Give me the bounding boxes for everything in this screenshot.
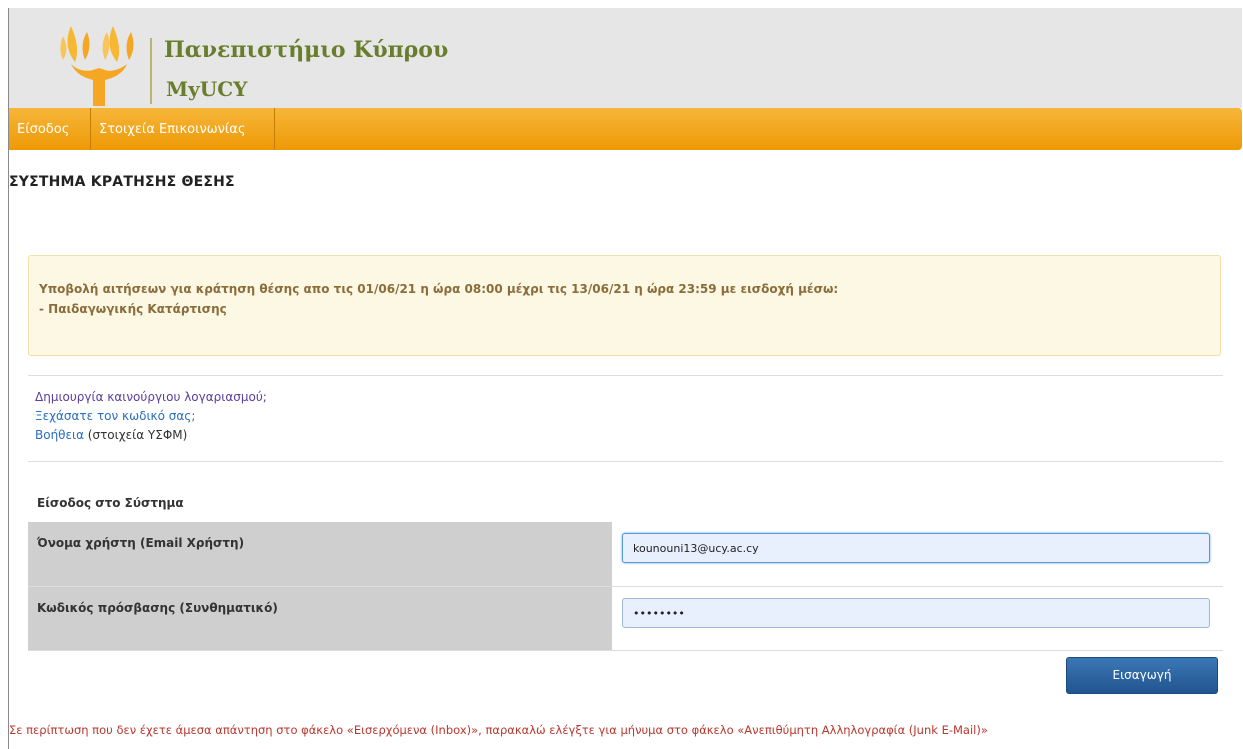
password-label-cell: Κωδικός πρόσβασης (Συνθηματικό) bbox=[28, 587, 612, 651]
username-input[interactable] bbox=[622, 533, 1210, 563]
account-links: Δημιουργία καινούργιου λογαριασμού; Ξεχά… bbox=[35, 388, 267, 445]
help-link[interactable]: Βοήθεια bbox=[35, 428, 84, 442]
login-heading: Είσοδος στο Σύστημα bbox=[37, 496, 184, 510]
site-header: Πανεπιστήμιο Κύπρου MyUCY bbox=[9, 8, 1242, 108]
nav-item-contact[interactable]: Στοιχεία Επικοινωνίας bbox=[91, 108, 254, 150]
password-input[interactable] bbox=[622, 598, 1210, 628]
forgot-password-link[interactable]: Ξεχάσατε τον κωδικό σας; bbox=[35, 409, 195, 423]
notice-text: - Παιδαγωγικής Κατάρτισης bbox=[39, 302, 227, 316]
ucy-olive-tree-icon bbox=[60, 26, 134, 106]
row-divider bbox=[28, 650, 1223, 651]
username-row: Όνομα χρήστη (Email Χρήστη) bbox=[28, 522, 1223, 586]
password-label: Κωδικός πρόσβασης (Συνθηματικό) bbox=[37, 601, 278, 615]
page-title: ΣΥΣΤΗΜΑ ΚΡΑΤΗΣΗΣ ΘΕΣΗΣ bbox=[9, 174, 235, 190]
login-form: Όνομα χρήστη (Email Χρήστη) Κωδικός πρόσ… bbox=[28, 522, 1223, 651]
main-navbar: Είσοδος Στοιχεία Επικοινωνίας bbox=[9, 108, 1242, 150]
app-name: MyUCY bbox=[166, 77, 248, 101]
submit-button[interactable]: Εισαγωγή bbox=[1066, 657, 1218, 694]
notice-text: Υποβολή αιτήσεων για κράτηση θέσης απο τ… bbox=[39, 282, 839, 296]
create-account-link[interactable]: Δημιουργία καινούργιου λογαριασμού; bbox=[35, 390, 267, 404]
divider bbox=[28, 461, 1223, 462]
username-label: Όνομα χρήστη (Email Χρήστη) bbox=[37, 536, 245, 550]
help-note: (στοιχεία ΥΣΦΜ) bbox=[83, 428, 188, 442]
divider bbox=[28, 375, 1223, 376]
notice-alert: Υποβολή αιτήσεων για κράτηση θέσης απο τ… bbox=[28, 255, 1221, 356]
junk-mail-note: Σε περίπτωση που δεν έχετε άμεσα απάντησ… bbox=[9, 723, 988, 737]
university-name: Πανεπιστήμιο Κύπρου bbox=[164, 37, 449, 63]
nav-separator bbox=[274, 108, 275, 150]
username-value-cell bbox=[612, 522, 1223, 586]
password-value-cell bbox=[612, 587, 1223, 651]
page: Πανεπιστήμιο Κύπρου MyUCY Είσοδος Στοιχε… bbox=[9, 8, 1243, 749]
username-label-cell: Όνομα χρήστη (Email Χρήστη) bbox=[28, 522, 612, 586]
window-top-strip bbox=[0, 0, 1243, 8]
nav-item-login[interactable]: Είσοδος bbox=[9, 108, 77, 150]
password-row: Κωδικός πρόσβασης (Συνθηματικό) bbox=[28, 587, 1223, 651]
logo-divider bbox=[150, 38, 152, 104]
